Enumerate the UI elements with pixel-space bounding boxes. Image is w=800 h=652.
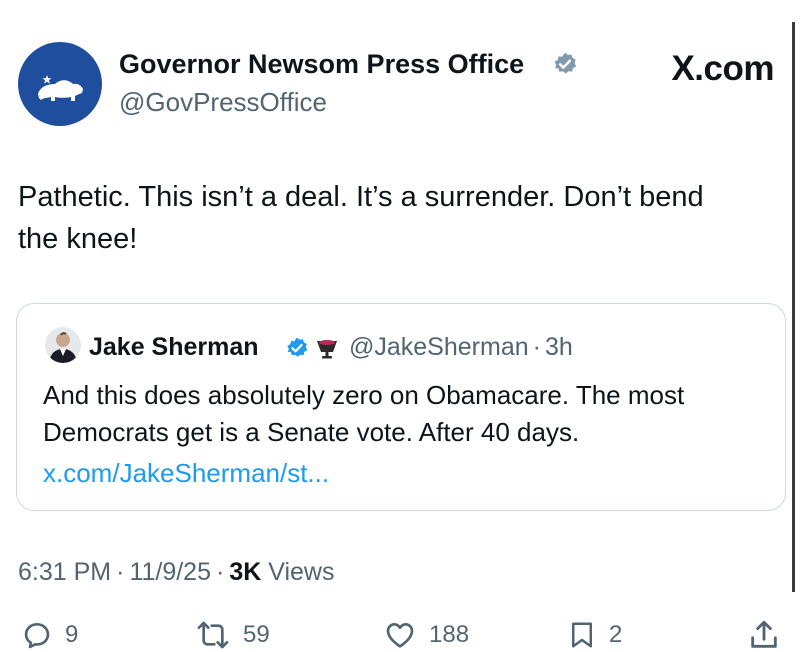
post-date[interactable]: 11/9/25 (129, 558, 211, 586)
like-button[interactable]: 188 (383, 618, 469, 652)
author-avatar[interactable] (18, 42, 102, 126)
post-text: Pathetic. This isn’t a deal. It’s a surr… (18, 181, 704, 255)
verified-badge-gray-icon[interactable] (552, 51, 578, 82)
quoted-post-card[interactable]: Jake Sherman @JakeSherman · 3h And this do… (16, 303, 786, 511)
separator-dot: · (532, 333, 541, 361)
repost-icon (197, 621, 229, 649)
scroll-edge-bar (792, 22, 795, 592)
post-time[interactable]: 6:31 PM (18, 558, 111, 586)
quoted-author-handle[interactable]: @JakeSherman (349, 333, 529, 361)
quoted-author-avatar[interactable] (45, 327, 81, 363)
bookmark-button[interactable]: 2 (567, 618, 622, 652)
affiliate-badge-icon (314, 335, 340, 366)
share-button[interactable] (747, 618, 781, 652)
quoted-post-text: And this does absolutely zero on Obamaca… (43, 380, 685, 447)
heart-icon (386, 623, 414, 648)
brand-watermark: X.com (671, 49, 774, 88)
post-metadata: 6:31 PM · 11/9/25 · 3K Views (18, 556, 335, 588)
verified-badge-blue-icon[interactable] (285, 336, 309, 365)
reply-count: 9 (65, 621, 79, 648)
author-name[interactable]: Governor Newsom Press Office (119, 47, 524, 81)
repost-button[interactable]: 59 (195, 618, 270, 652)
author-handle[interactable]: @GovPressOffice (119, 86, 327, 118)
california-bear-icon (38, 75, 83, 101)
quoted-handle-time: @JakeSherman · 3h (349, 332, 573, 362)
reply-button[interactable]: 9 (21, 618, 78, 652)
bookmark-icon (572, 622, 592, 648)
repost-count: 59 (243, 621, 270, 648)
person-avatar-icon (49, 332, 77, 363)
reply-icon (24, 623, 50, 649)
separator-dot: · (116, 558, 125, 586)
quoted-author-name[interactable]: Jake Sherman (89, 332, 259, 362)
bookmark-count: 2 (609, 621, 623, 648)
separator-dot: · (216, 558, 225, 586)
share-icon (751, 620, 777, 648)
quoted-post-link[interactable]: x.com/JakeSherman/st... (43, 455, 329, 492)
views-label: Views (268, 558, 335, 586)
like-count: 188 (429, 621, 470, 648)
views-count: 3K (229, 558, 262, 586)
quoted-time[interactable]: 3h (545, 333, 573, 361)
